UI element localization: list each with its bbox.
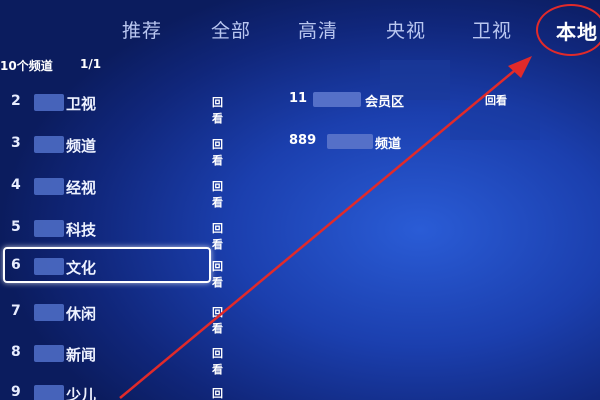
iptv-channel-screen: 推荐 全部 高清 央视 卫视 本地 10个频道 1/1 2 卫视 回看 3 频道…: [0, 0, 600, 400]
annotation-arrow: [119, 56, 532, 399]
